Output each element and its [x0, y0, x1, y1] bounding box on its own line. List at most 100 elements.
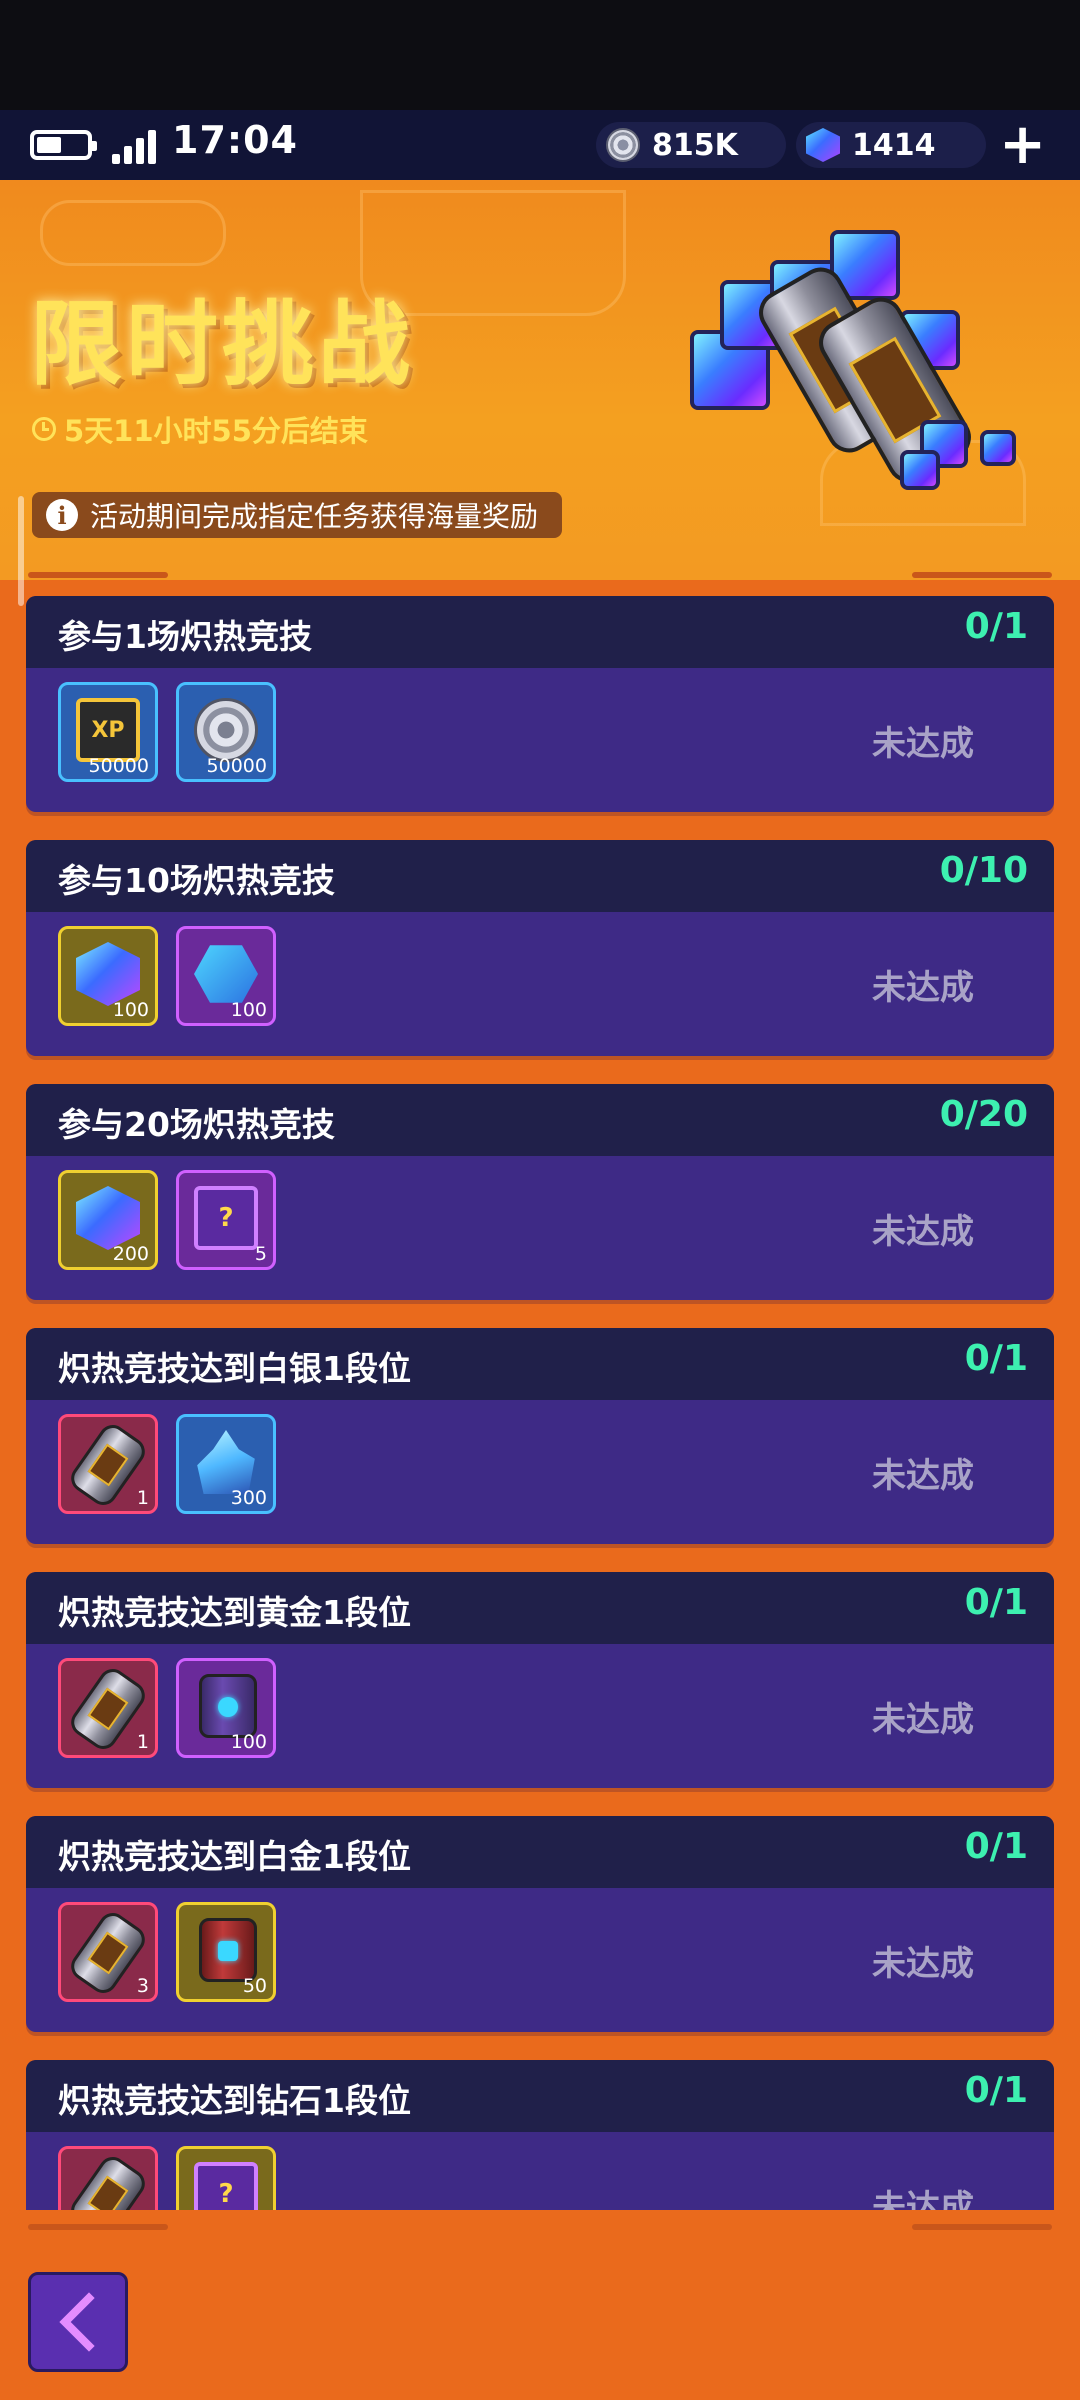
reward-count: 50	[242, 1975, 267, 1997]
task-title: 炽热竞技达到黄金1段位	[58, 1593, 411, 1632]
reward-item[interactable]: 200	[58, 1170, 158, 1270]
task-card: 参与10场炽热竞技 0/10 100 100 未达成	[26, 840, 1054, 1056]
reward-item[interactable]: ? 5	[176, 1170, 276, 1270]
reward-item[interactable]: XP 50000	[58, 682, 158, 782]
xp-chip-icon: XP	[76, 698, 140, 762]
coin-icon	[194, 698, 258, 762]
reward-count: 3	[136, 1975, 149, 1997]
reward-item[interactable]: 50000	[176, 682, 276, 782]
task-progress: 0/1	[964, 1338, 1028, 1379]
mystery-chest-icon: ?	[194, 1186, 258, 1250]
mystery-chest-icon: ?	[194, 2162, 258, 2210]
task-progress: 0/1	[964, 2070, 1028, 2111]
list-bottom-edge	[28, 2222, 1052, 2236]
gem-cube-icon	[76, 1186, 140, 1250]
countdown-text: 5天11小时55分后结束	[64, 414, 368, 448]
signal-icon	[112, 128, 164, 164]
reward-item[interactable]: 300	[176, 1414, 276, 1514]
page-title: 限时挑战	[30, 291, 415, 398]
task-title: 炽热竞技达到白金1段位	[58, 1837, 411, 1876]
task-header: 炽热竞技达到钻石1段位 0/1	[26, 2060, 1054, 2132]
task-status: 未达成	[872, 724, 974, 764]
reward-item[interactable]: 100	[176, 926, 276, 1026]
task-card: 炽热竞技达到钻石1段位 0/1 ? 未达成	[26, 2060, 1054, 2210]
gem-amount: 1414	[852, 127, 936, 163]
task-header: 参与1场炽热竞技 0/1	[26, 596, 1054, 668]
task-progress: 0/1	[964, 1826, 1028, 1867]
chevron-left-icon	[59, 2292, 95, 2352]
task-header: 炽热竞技达到白银1段位 0/1	[26, 1328, 1054, 1400]
camera-cutout-bar	[0, 0, 1080, 110]
reward-item[interactable]: 3	[58, 1902, 158, 2002]
task-status: 未达成	[872, 968, 974, 1008]
reward-item[interactable]: 100	[58, 926, 158, 1026]
task-progress: 0/10	[939, 850, 1028, 891]
add-currency-button[interactable]: +	[999, 117, 1046, 173]
cube-art	[980, 430, 1016, 466]
countdown: 5天11小时55分后结束	[32, 408, 368, 450]
notice-text: 活动期间完成指定任务获得海量奖励	[90, 500, 539, 533]
reward-count: 50000	[206, 755, 267, 777]
task-progress: 0/20	[939, 1094, 1028, 1135]
clock-time: 17:04	[172, 118, 298, 162]
status-bar: 17:04 815K 1414 +	[0, 110, 1080, 180]
task-progress: 0/1	[964, 606, 1028, 647]
task-header: 参与10场炽热竞技 0/10	[26, 840, 1054, 912]
coin-balance[interactable]: 815K	[596, 122, 786, 168]
info-icon: i	[46, 499, 78, 531]
task-card: 炽热竞技达到白银1段位 0/1 1 300 未达成	[26, 1328, 1054, 1544]
task-title: 参与20场炽热竞技	[58, 1105, 335, 1144]
task-title: 炽热竞技达到钻石1段位	[58, 2081, 411, 2120]
reward-count: 1	[136, 1487, 149, 1509]
reward-count: 100	[230, 1731, 267, 1753]
task-status: 未达成	[872, 1700, 974, 1740]
list-top-edge	[28, 570, 1052, 584]
coin-icon	[606, 128, 640, 162]
reward-count: 300	[230, 1487, 267, 1509]
task-progress: 0/1	[964, 1582, 1028, 1623]
reward-item[interactable]: 1	[58, 1414, 158, 1514]
reward-item[interactable]: 1	[58, 1658, 158, 1758]
task-card: 炽热竞技达到黄金1段位 0/1 1 100 未达成	[26, 1572, 1054, 1788]
task-title: 炽热竞技达到白银1段位	[58, 1349, 411, 1388]
reward-count: 100	[230, 999, 267, 1021]
task-header: 炽热竞技达到白金1段位 0/1	[26, 1816, 1054, 1888]
cube-art	[900, 450, 940, 490]
task-title: 参与10场炽热竞技	[58, 861, 335, 900]
task-status: 未达成	[872, 1456, 974, 1496]
reward-item[interactable]: ?	[176, 2146, 276, 2210]
capsule-icon	[65, 2151, 151, 2210]
red-barrel-icon	[199, 1918, 257, 1982]
reward-item[interactable]: 50	[176, 1902, 276, 2002]
reward-bundle-illustration	[680, 220, 1040, 520]
energy-barrel-icon	[199, 1674, 257, 1738]
battery-icon	[30, 130, 97, 160]
reward-count: 5	[254, 1243, 267, 1265]
event-notice: i 活动期间完成指定任务获得海量奖励	[32, 492, 563, 538]
page-scroll-indicator	[18, 496, 24, 606]
back-button[interactable]	[28, 2272, 128, 2372]
hex-token-icon	[194, 945, 258, 1003]
reward-count: 200	[112, 1243, 149, 1265]
task-card: 炽热竞技达到白金1段位 0/1 3 50 未达成	[26, 1816, 1054, 2032]
gem-balance[interactable]: 1414	[796, 122, 986, 168]
reward-count: 50000	[88, 755, 149, 777]
task-card: 参与1场炽热竞技 0/1 XP 50000 50000 未达成	[26, 596, 1054, 812]
event-header: 限时挑战 5天11小时55分后结束 i 活动期间完成指定任务获得海量奖励	[0, 180, 1080, 580]
task-status: 未达成	[872, 1212, 974, 1252]
coin-amount: 815K	[652, 127, 738, 163]
crystal-icon	[197, 1430, 255, 1494]
clock-icon	[32, 417, 56, 441]
task-card: 参与20场炽热竞技 0/20 200 ? 5 未达成	[26, 1084, 1054, 1300]
reward-item[interactable]	[58, 2146, 158, 2210]
gem-cube-icon	[76, 942, 140, 1006]
task-status: 未达成	[872, 2188, 974, 2210]
task-header: 参与20场炽热竞技 0/20	[26, 1084, 1054, 1156]
task-status: 未达成	[872, 1944, 974, 1984]
reward-count: 1	[136, 1731, 149, 1753]
header-decoration	[40, 200, 226, 266]
task-title: 参与1场炽热竞技	[58, 617, 312, 656]
task-list[interactable]: 参与1场炽热竞技 0/1 XP 50000 50000 未达成 参与10场炽热竞…	[26, 596, 1054, 2210]
reward-item[interactable]: 100	[176, 1658, 276, 1758]
reward-count: 100	[112, 999, 149, 1021]
